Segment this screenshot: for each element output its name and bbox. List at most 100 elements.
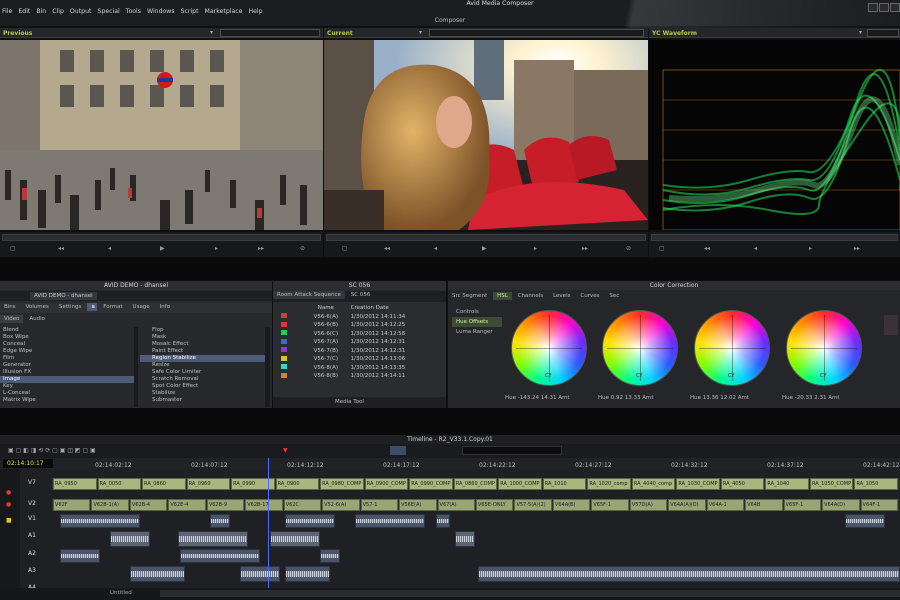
track-name[interactable]: V7 [22, 477, 52, 489]
tab-audio[interactable]: Audio [25, 315, 49, 323]
video-clip[interactable]: V67(A) [437, 499, 475, 511]
video-clip[interactable]: RA_0960 [186, 478, 231, 490]
video-clip[interactable]: RA_1020_comp [587, 478, 631, 490]
track-name[interactable]: V1 [22, 513, 52, 525]
category-item[interactable]: Box Wipe [0, 334, 135, 341]
side-hue-offsets[interactable]: Hue Offsets [452, 317, 502, 327]
hue-value[interactable]: 13.36 [703, 395, 719, 401]
record-track-icon[interactable]: ● [6, 501, 11, 508]
menu-special[interactable]: Special [97, 8, 119, 15]
tab-sc-056[interactable]: SC 056 [347, 291, 375, 299]
tab-volumes[interactable]: Volumes [22, 303, 53, 311]
audio-clip[interactable] [320, 549, 340, 563]
timeline-scrollbar[interactable] [160, 590, 900, 597]
video-clip[interactable]: V62C [283, 499, 322, 511]
record-icon[interactable]: ▼ [283, 447, 288, 454]
column-creation-date[interactable]: Creation Date [349, 304, 443, 313]
previous-clip-menu[interactable] [220, 29, 320, 37]
video-clip[interactable]: RA_0980_COMP [320, 478, 364, 490]
video-clip[interactable]: RA_1010 [542, 478, 587, 490]
video-clip[interactable]: V62B-9 [206, 499, 245, 511]
effect-item[interactable]: Safe Color Limiter [140, 369, 265, 376]
video-clip[interactable]: RA_0860 [142, 478, 186, 490]
amt-value[interactable]: 12.02 [720, 395, 736, 401]
category-item[interactable]: Generator [0, 362, 135, 369]
clip-row[interactable]: V56-6(B) 1/30/2012 14:12:25 [273, 321, 443, 330]
record-track-icon[interactable]: ● [6, 489, 11, 496]
menu-tools[interactable]: Tools [126, 8, 141, 15]
video-clip[interactable]: V65F-1 [783, 499, 822, 511]
solo-icon[interactable]: ■ [6, 517, 12, 524]
step-back-icon[interactable]: ◂◂ [384, 245, 390, 252]
tab-channels[interactable]: Channels [514, 292, 547, 300]
mark-in-icon[interactable]: ▢ [342, 245, 348, 252]
tab-levels[interactable]: Levels [549, 292, 574, 300]
menu-edit[interactable]: Edit [18, 8, 30, 15]
current-position-bar[interactable] [326, 234, 646, 241]
clip-row[interactable]: V56-7(C) 1/30/2012 14:13:06 [273, 355, 443, 364]
video-clip[interactable]: RA_0860_COMP [453, 478, 498, 490]
clip-row[interactable]: V56-6(C) 1/30/2012 14:12:58 [273, 330, 443, 339]
clear-marks-icon[interactable]: ⊘ [300, 245, 305, 252]
video-clip[interactable]: V64A(D) [822, 499, 860, 511]
effects-icon[interactable]: ▪ [87, 303, 98, 311]
video-clip[interactable]: V57-1 [360, 499, 399, 511]
clear-marks-icon[interactable]: ⊘ [626, 245, 631, 252]
current-clip-menu[interactable] [429, 29, 644, 37]
color-wheel-shadows[interactable]: CY [511, 310, 587, 386]
audio-clip[interactable] [845, 514, 885, 528]
video-clip[interactable]: V65E-ONLY [476, 499, 514, 511]
tab-room-attack-sequence[interactable]: Room Attack Sequence [273, 291, 345, 299]
step-forward-icon[interactable]: ▸▸ [854, 245, 860, 252]
hue-value[interactable]: -20.33 [795, 395, 813, 401]
waveform-position-bar[interactable] [651, 234, 898, 241]
category-item[interactable]: Film [0, 355, 135, 362]
menu-windows[interactable]: Windows [147, 8, 175, 15]
effect-item[interactable]: Scratch Removal [140, 376, 265, 383]
category-item[interactable]: Edge Wipe [0, 348, 135, 355]
audio-clip[interactable] [478, 566, 900, 582]
side-luma-ranger[interactable]: Luma Ranger [452, 327, 502, 337]
side-controls[interactable]: Controls [452, 307, 502, 317]
amt-value[interactable]: 14.31 [541, 395, 557, 401]
track-name[interactable]: A3 [22, 565, 52, 577]
audio-clip[interactable] [210, 514, 230, 528]
video-clip[interactable]: V52-6(A) [322, 499, 360, 511]
video-clip[interactable]: RA_4050 [720, 478, 765, 490]
menu-help[interactable]: Help [248, 8, 262, 15]
mark-in-icon[interactable]: ▢ [10, 245, 16, 252]
current-monitor-image[interactable] [324, 40, 648, 230]
video-clip[interactable]: V64F-1 [860, 499, 898, 511]
video-clip[interactable]: V56E(A) [399, 499, 437, 511]
video-clip[interactable]: RA_0900 [275, 478, 320, 490]
menu-marketplace[interactable]: Marketplace [205, 8, 243, 15]
tab-usage[interactable]: Usage [129, 303, 154, 311]
tab-settings[interactable]: Settings [55, 303, 86, 311]
play-icon[interactable]: ▶ [160, 245, 165, 252]
audio-clip[interactable] [60, 514, 140, 528]
tab-bins[interactable]: Bins [0, 303, 20, 311]
tab-hsl[interactable]: HSL [493, 292, 512, 300]
color-wheel-midtones[interactable]: CY [602, 310, 678, 386]
tab-src-segment[interactable]: Src Segment [448, 292, 491, 300]
video-clip[interactable]: V62F [53, 499, 91, 511]
menu-clip[interactable]: Clip [52, 8, 64, 15]
step-forward-one-icon[interactable]: ▸ [534, 245, 537, 252]
chevron-down-icon[interactable]: ▾ [210, 29, 216, 37]
menu-output[interactable]: Output [70, 8, 92, 15]
step-back-one-icon[interactable]: ◂ [754, 245, 757, 252]
category-item[interactable]: L-Conceal [0, 390, 135, 397]
color-wheel-highlights[interactable]: CY [694, 310, 770, 386]
menu-bin[interactable]: Bin [36, 8, 46, 15]
previous-monitor-image[interactable] [0, 40, 323, 230]
video-clip[interactable]: V64B [745, 499, 783, 511]
video-clip[interactable]: RA_0990_COMP [409, 478, 453, 490]
category-item[interactable]: Key [0, 383, 135, 390]
step-back-one-icon[interactable]: ◂ [108, 245, 111, 252]
video-clip[interactable]: V64A(A)(D) [668, 499, 706, 511]
video-clip[interactable]: V62E-4 [168, 499, 206, 511]
tab-info[interactable]: Info [156, 303, 174, 311]
track-name[interactable]: A1 [22, 530, 52, 542]
step-back-one-icon[interactable]: ◂ [434, 245, 437, 252]
tab-sec[interactable]: Sec [605, 292, 623, 300]
